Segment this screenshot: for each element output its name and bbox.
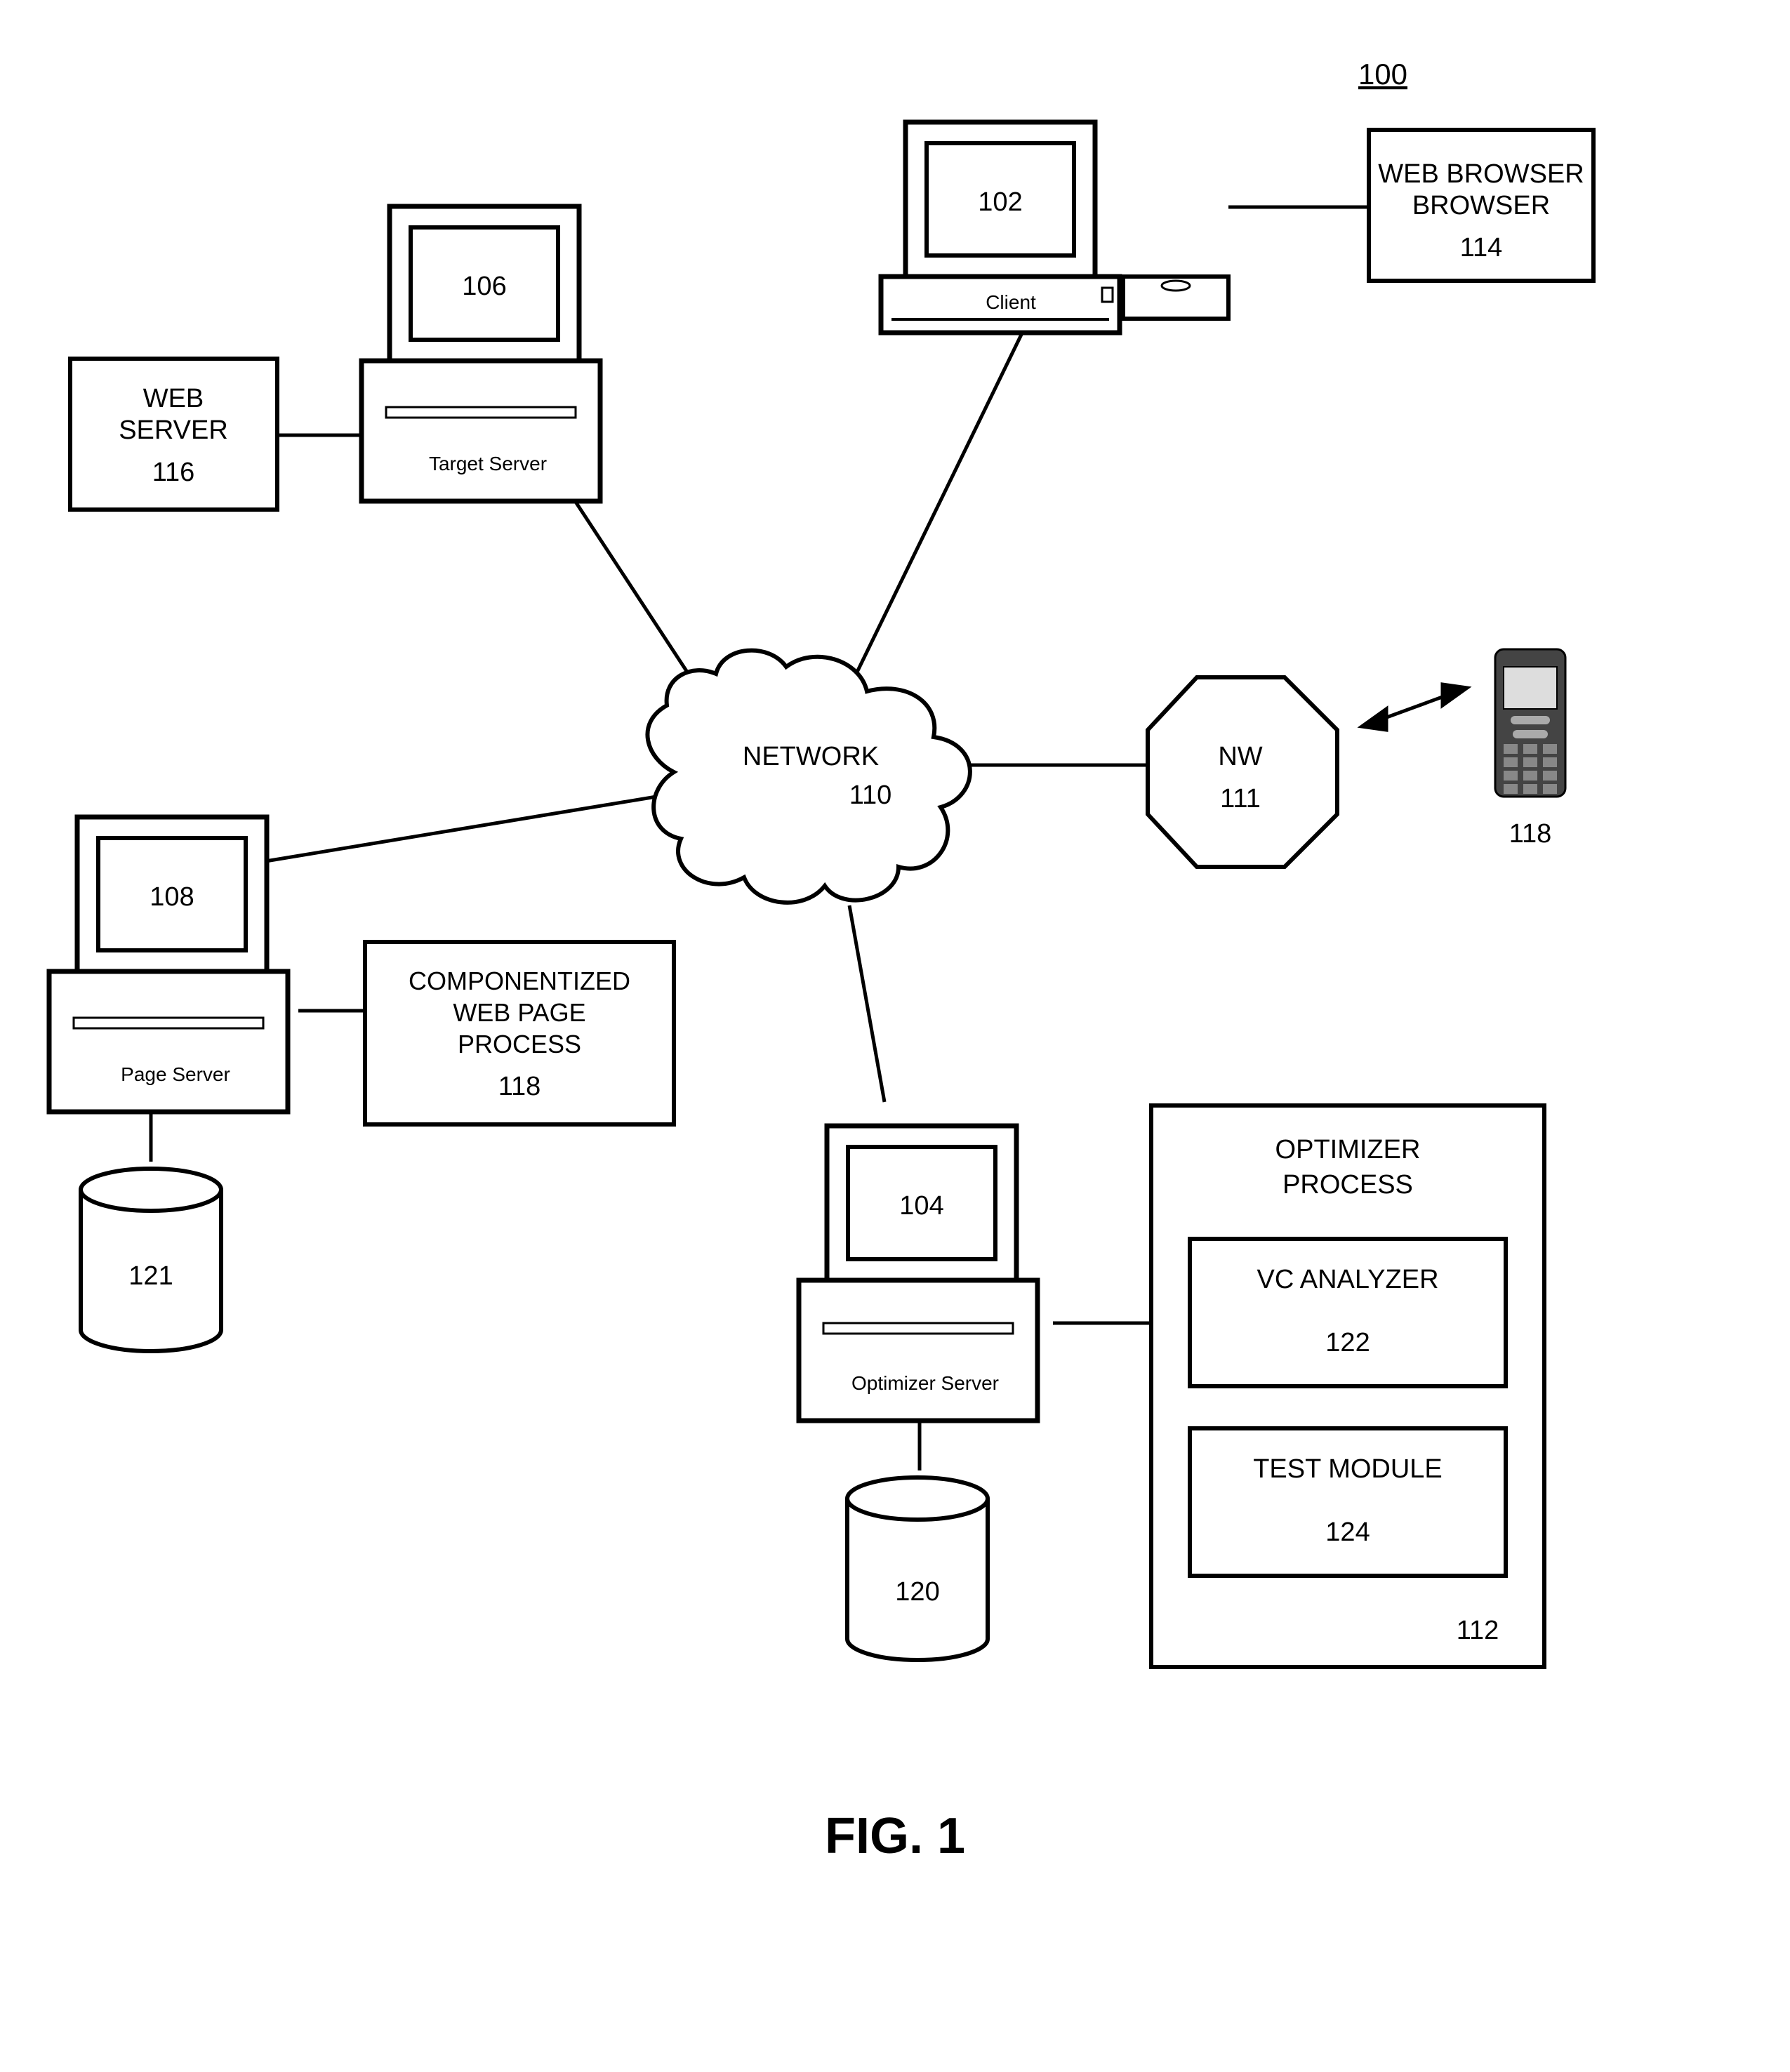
svg-text:102: 102 — [978, 187, 1022, 217]
svg-text:PROCESS: PROCESS — [1282, 1170, 1413, 1200]
svg-text:118: 118 — [498, 1072, 541, 1101]
svg-text:WEB PAGE: WEB PAGE — [453, 998, 585, 1027]
optimizer-process-box: OPTIMIZER PROCESS VC ANALYZER 122 TEST M… — [1151, 1105, 1544, 1667]
svg-text:121: 121 — [128, 1261, 173, 1291]
svg-text:120: 120 — [895, 1577, 939, 1607]
line-client-network — [849, 291, 1042, 688]
svg-text:122: 122 — [1325, 1328, 1370, 1357]
database-121: 121 — [81, 1169, 221, 1351]
web-browser-box: WEB BROWSER BROWSER 114 — [1369, 130, 1593, 281]
arrow-nw-phone — [1362, 684, 1467, 730]
figure-label: FIG. 1 — [825, 1808, 965, 1864]
line-pageserver-network — [253, 797, 656, 863]
svg-text:118: 118 — [1509, 819, 1552, 849]
optimizer-server-icon: 104 Optimizer Server — [799, 1126, 1037, 1421]
mobile-phone-icon: 118 — [1495, 649, 1565, 849]
svg-text:NETWORK: NETWORK — [743, 742, 879, 771]
svg-text:114: 114 — [1460, 233, 1503, 263]
svg-text:Target Server: Target Server — [429, 453, 547, 474]
svg-text:PROCESS: PROCESS — [458, 1030, 581, 1058]
svg-text:Optimizer Server: Optimizer Server — [851, 1372, 999, 1394]
target-server-icon: 106 Target Server — [362, 206, 600, 501]
line-network-optimizer — [849, 905, 884, 1102]
system-number: 100 — [1358, 58, 1407, 91]
svg-text:111: 111 — [1220, 784, 1261, 813]
svg-text:108: 108 — [150, 882, 194, 912]
svg-text:Page Server: Page Server — [121, 1063, 230, 1085]
svg-text:WEB: WEB — [143, 384, 204, 413]
svg-text:124: 124 — [1325, 1518, 1370, 1547]
database-120: 120 — [847, 1477, 988, 1660]
web-server-box: WEB SERVER 116 — [70, 359, 277, 510]
svg-text:116: 116 — [152, 458, 195, 487]
network-cloud: NETWORK 110 — [647, 651, 969, 903]
svg-text:SERVER: SERVER — [119, 416, 228, 445]
svg-text:TEST MODULE: TEST MODULE — [1253, 1454, 1443, 1484]
client-computer-icon: 102 Client — [881, 122, 1228, 333]
svg-text:WEB BROWSER: WEB BROWSER — [1378, 159, 1584, 189]
svg-text:106: 106 — [462, 272, 506, 301]
svg-text:112: 112 — [1457, 1616, 1499, 1645]
nw-octagon: NW 111 — [1148, 677, 1337, 867]
comp-webpage-box: COMPONENTIZED WEB PAGE PROCESS 118 — [365, 942, 674, 1124]
svg-text:110: 110 — [849, 781, 892, 810]
svg-text:NW: NW — [1218, 742, 1262, 771]
svg-text:Client: Client — [986, 291, 1036, 313]
page-server-icon: 108 Page Server — [49, 817, 288, 1112]
svg-text:BROWSER: BROWSER — [1412, 191, 1550, 220]
svg-text:104: 104 — [899, 1191, 943, 1221]
svg-text:VC ANALYZER: VC ANALYZER — [1257, 1265, 1438, 1294]
svg-text:OPTIMIZER: OPTIMIZER — [1275, 1135, 1421, 1164]
svg-text:COMPONENTIZED: COMPONENTIZED — [409, 967, 630, 995]
